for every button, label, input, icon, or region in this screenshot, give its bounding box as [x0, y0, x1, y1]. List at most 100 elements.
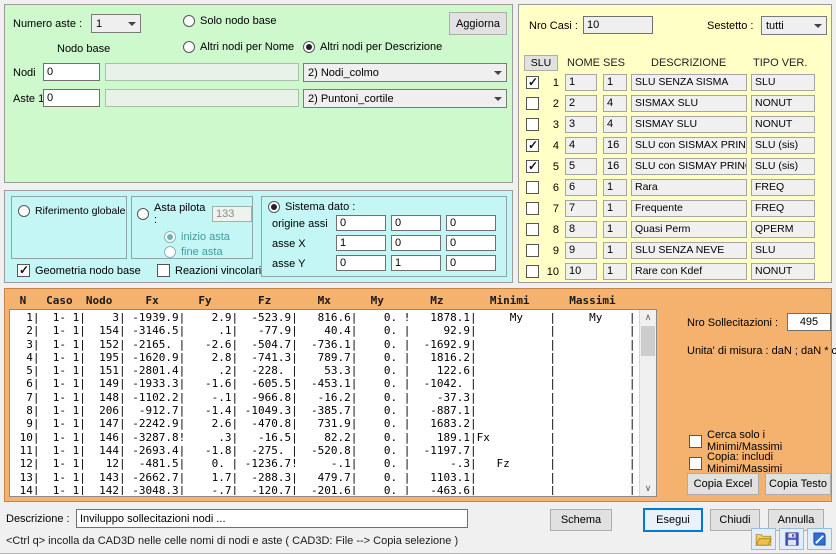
case-checkbox[interactable]: [526, 223, 539, 236]
radio-riferimento-globale[interactable]: Riferimento globale: [18, 205, 126, 217]
radio-sistema-dato[interactable]: Sistema dato :: [268, 201, 506, 213]
radio-fine-asta[interactable]: fine asta: [164, 246, 252, 258]
case-nome-field[interactable]: 1: [565, 74, 597, 91]
aste1-input[interactable]: [43, 89, 100, 107]
case-nome-field[interactable]: 2: [565, 95, 597, 112]
case-descrizione-field[interactable]: Rare con Kdef: [631, 263, 747, 280]
axis-value-input[interactable]: [446, 255, 496, 271]
nodi-input[interactable]: [43, 63, 100, 81]
open-file-button[interactable]: [751, 528, 776, 550]
case-checkbox-checked[interactable]: [526, 76, 539, 89]
result-row[interactable]: 5| 1- 1| 151| -2801.4| .2| -228. | 53.3|…: [13, 364, 639, 377]
result-row[interactable]: 2| 1- 1| 154| -3146.5| .1| -77.9| 40.4| …: [13, 324, 639, 337]
case-descrizione-field[interactable]: SLU con SISMAY PRINC: [631, 158, 747, 175]
case-tipo-field[interactable]: SLU: [751, 242, 815, 259]
result-row[interactable]: 6| 1- 1| 149| -1933.3| -1.6| -605.5| -45…: [13, 377, 639, 390]
aste1-descrizione-select[interactable]: 2) Puntoni_cortile: [303, 89, 507, 108]
case-checkbox[interactable]: [526, 181, 539, 194]
nodi-descrizione-select[interactable]: 2) Nodi_colmo: [303, 63, 507, 82]
result-row[interactable]: 7| 1- 1| 148| -1102.2| -.1| -966.8| -16.…: [13, 391, 639, 404]
case-nome-field[interactable]: 7: [565, 200, 597, 217]
result-row[interactable]: 11| 1- 1| 144| -2693.4| -1.8| -275. | -5…: [13, 444, 639, 457]
case-descrizione-field[interactable]: Quasi Perm: [631, 221, 747, 238]
case-ses-field[interactable]: 1: [603, 221, 627, 238]
result-row[interactable]: 12| 1- 1| 12| -481.5| 0. | -1236.7! -.1|…: [13, 457, 639, 470]
case-checkbox[interactable]: [526, 202, 539, 215]
case-ses-field[interactable]: 1: [603, 242, 627, 259]
esegui-button[interactable]: Esegui: [643, 508, 703, 532]
case-tipo-field[interactable]: NONUT: [751, 95, 815, 112]
scroll-up-icon[interactable]: ∧: [640, 310, 656, 325]
asta-pilota-input[interactable]: [212, 206, 252, 222]
result-row[interactable]: 14| 1- 1| 142| -3048.3| -.7| -120.7| -20…: [13, 484, 639, 495]
result-row[interactable]: 8| 1- 1| 206| -912.7| -1.4| -1049.3| -38…: [13, 404, 639, 417]
case-descrizione-field[interactable]: SLU con SISMAX PRINC: [631, 137, 747, 154]
case-ses-field[interactable]: 1: [603, 74, 627, 91]
axis-value-input[interactable]: [446, 235, 496, 251]
axis-value-input[interactable]: [336, 235, 386, 251]
case-ses-field[interactable]: 16: [603, 137, 627, 154]
case-tipo-field[interactable]: NONUT: [751, 116, 815, 133]
case-descrizione-field[interactable]: SISMAY SLU: [631, 116, 747, 133]
case-checkbox[interactable]: [526, 244, 539, 257]
result-row[interactable]: 10| 1- 1| 146| -3287.8! .3| -16.5| 82.2|…: [13, 431, 639, 444]
save-file-button[interactable]: [779, 528, 804, 550]
case-descrizione-field[interactable]: Frequente: [631, 200, 747, 217]
nro-casi-input[interactable]: [583, 16, 653, 34]
case-ses-field[interactable]: 1: [603, 263, 627, 280]
copia-includi-checkbox[interactable]: Copia: includi Minimi/Massimi: [689, 451, 831, 475]
case-ses-field[interactable]: 4: [603, 95, 627, 112]
axis-value-input[interactable]: [391, 235, 441, 251]
scrollbar-thumb[interactable]: [641, 326, 655, 356]
case-nome-field[interactable]: 5: [565, 158, 597, 175]
case-ses-field[interactable]: 1: [603, 200, 627, 217]
sestetto-select[interactable]: tutti: [761, 16, 827, 35]
case-nome-field[interactable]: 10: [565, 263, 597, 280]
case-checkbox-checked[interactable]: [526, 139, 539, 152]
copia-excel-button[interactable]: Copia Excel: [687, 473, 759, 495]
axis-value-input[interactable]: [336, 255, 386, 271]
case-tipo-field[interactable]: NONUT: [751, 263, 815, 280]
axis-value-input[interactable]: [446, 215, 496, 231]
descrizione-input[interactable]: [76, 509, 468, 528]
result-row[interactable]: 4| 1- 1| 195| -1620.9| 2.8| -741.3| 789.…: [13, 351, 639, 364]
case-ses-field[interactable]: 16: [603, 158, 627, 175]
axis-value-input[interactable]: [391, 255, 441, 271]
case-tipo-field[interactable]: SLU (sis): [751, 137, 815, 154]
case-ses-field[interactable]: 1: [603, 179, 627, 196]
case-tipo-field[interactable]: FREQ: [751, 179, 815, 196]
case-nome-field[interactable]: 3: [565, 116, 597, 133]
case-nome-field[interactable]: 4: [565, 137, 597, 154]
radio-altri-nodi-descrizione[interactable]: Altri nodi per Descrizione: [303, 41, 442, 53]
case-descrizione-field[interactable]: SLU SENZA NEVE: [631, 242, 747, 259]
help-book-button[interactable]: [807, 528, 832, 550]
case-checkbox[interactable]: [526, 118, 539, 131]
axis-value-input[interactable]: [336, 215, 386, 231]
case-checkbox[interactable]: [526, 97, 539, 110]
result-row[interactable]: 1| 1- 1| 3| -1939.9| 2.9| -523.9| 816.6|…: [13, 311, 639, 324]
radio-solo-nodo-base[interactable]: Solo nodo base: [183, 15, 276, 27]
case-nome-field[interactable]: 6: [565, 179, 597, 196]
radio-altri-nodi-nome[interactable]: Altri nodi per Nome: [183, 41, 294, 53]
reazioni-vincolari-checkbox[interactable]: Reazioni vincolari: [157, 264, 261, 277]
case-descrizione-field[interactable]: Rara: [631, 179, 747, 196]
case-tipo-field[interactable]: FREQ: [751, 200, 815, 217]
slu-column-header-button[interactable]: SLU: [524, 55, 558, 71]
result-row[interactable]: 13| 1- 1| 143| -2662.7| 1.7| -288.3| 479…: [13, 471, 639, 484]
case-tipo-field[interactable]: SLU (sis): [751, 158, 815, 175]
results-list[interactable]: 1| 1- 1| 3| -1939.9| 2.9| -523.9| 816.6|…: [9, 309, 657, 497]
geometria-nodo-base-checkbox[interactable]: Geometria nodo base: [17, 264, 141, 277]
copia-testo-button[interactable]: Copia Testo: [765, 473, 831, 495]
result-row[interactable]: 9| 1- 1| 147| -2242.9| 2.6| -470.8| 731.…: [13, 417, 639, 430]
result-row[interactable]: 3| 1- 1| 152| -2165. | -2.6| -504.7| -73…: [13, 338, 639, 351]
case-descrizione-field[interactable]: SISMAX SLU: [631, 95, 747, 112]
nro-sollecitazioni-input[interactable]: [787, 313, 831, 331]
radio-asta-pilota[interactable]: Asta pilota :: [137, 202, 252, 226]
cerca-minimi-checkbox[interactable]: Cerca solo i Minimi/Massimi: [689, 429, 831, 453]
vertical-scrollbar[interactable]: ∧ ∨: [639, 310, 656, 496]
case-nome-field[interactable]: 9: [565, 242, 597, 259]
case-checkbox[interactable]: [526, 265, 539, 278]
case-nome-field[interactable]: 8: [565, 221, 597, 238]
case-tipo-field[interactable]: SLU: [751, 74, 815, 91]
case-ses-field[interactable]: 4: [603, 116, 627, 133]
